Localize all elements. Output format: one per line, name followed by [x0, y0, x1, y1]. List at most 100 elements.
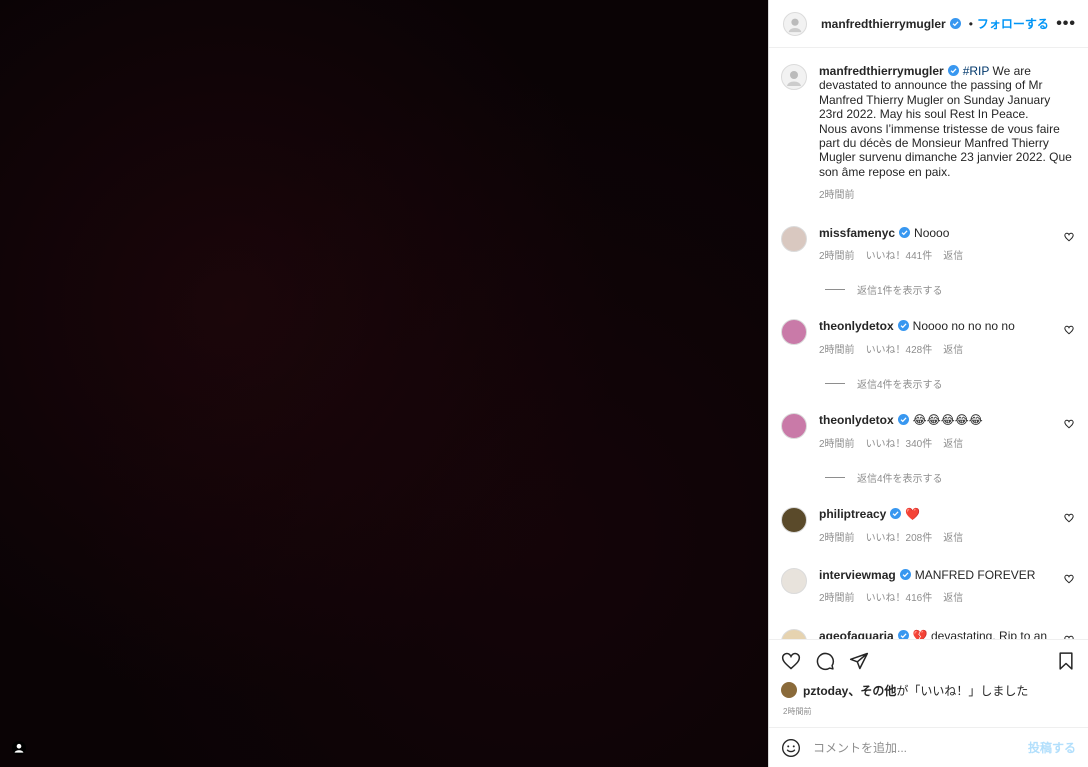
- likes-others-link[interactable]: その他: [860, 684, 896, 698]
- view-replies-button[interactable]: 返信4件を表示する: [825, 376, 1074, 391]
- tagged-users-icon[interactable]: [12, 741, 26, 755]
- comment-meta: 2時間前 いいね！340件 返信: [819, 438, 1052, 452]
- avatar-portrait-icon: [787, 71, 801, 86]
- replies-divider: [825, 289, 845, 291]
- separator-dot: •: [968, 16, 973, 31]
- comment-text: 😂😂😂😂😂: [912, 413, 983, 428]
- comment-body: missfamenyc Noooo 2時間前 いいね！441件 返信: [819, 226, 1074, 265]
- caption: manfredthierrymugler #RIP We are devastat…: [781, 64, 1074, 204]
- commenter-username[interactable]: theonlydetox: [819, 319, 894, 333]
- comment-meta: 2時間前 いいね！208件 返信: [819, 532, 1052, 546]
- view-replies-label[interactable]: 返信4件を表示する: [857, 470, 943, 485]
- commenter-avatar[interactable]: [781, 628, 807, 639]
- comment-input[interactable]: [813, 740, 1016, 755]
- comment-item: missfamenyc Noooo 2時間前 いいね！441件 返信: [781, 225, 1074, 265]
- verified-badge-icon: [897, 320, 909, 332]
- post-side-panel: manfredthierrymugler • フォローする ••• manfre…: [768, 0, 1088, 767]
- post-media[interactable]: [0, 0, 768, 767]
- comment-likes[interactable]: いいね！416件: [866, 592, 933, 606]
- comment-likes[interactable]: いいね！441件: [866, 250, 933, 264]
- comment-item: interviewmag MANFRED FOREVER 2時間前 いいね！416…: [781, 567, 1074, 607]
- comment-time[interactable]: 2時間前: [819, 250, 855, 264]
- likes-summary: pztoday、その他が「いいね！」しました: [769, 681, 1088, 699]
- comment-likes[interactable]: いいね！428件: [866, 344, 933, 358]
- emoji-smiley-icon[interactable]: [781, 738, 801, 758]
- comment-item: theonlydetox Noooo no no no no 2時間前 いいね！4…: [781, 319, 1074, 358]
- comment-reply-button[interactable]: 返信: [943, 344, 963, 358]
- add-comment-bar: 投稿する: [769, 727, 1088, 767]
- share-paper-plane-icon[interactable]: [849, 651, 869, 671]
- caption-avatar[interactable]: [781, 64, 807, 90]
- likes-ga: が: [896, 683, 909, 698]
- commenter-username[interactable]: missfamenyc: [819, 226, 895, 240]
- caption-time[interactable]: 2時間前: [819, 189, 1074, 203]
- verified-badge-icon: [899, 226, 911, 238]
- commenter-avatar[interactable]: [781, 225, 807, 252]
- more-options-icon[interactable]: •••: [1056, 15, 1076, 33]
- like-heart-icon[interactable]: [781, 651, 801, 671]
- commenter-username[interactable]: interviewmag: [819, 568, 896, 582]
- view-replies-button[interactable]: 返信1件を表示する: [825, 282, 1074, 297]
- comment-reply-button[interactable]: 返信: [943, 438, 963, 452]
- bookmark-save-icon[interactable]: [1056, 651, 1076, 671]
- comment-item: ageofaquaria💔 devastating. Rip to an abs…: [781, 628, 1074, 639]
- author-username[interactable]: manfredthierrymugler: [821, 17, 946, 31]
- replies-divider: [825, 477, 845, 479]
- comments-list[interactable]: manfredthierrymugler #RIP We are devastat…: [769, 48, 1088, 639]
- avatar-portrait-icon: [788, 18, 802, 32]
- post-comment-button[interactable]: 投稿する: [1028, 739, 1076, 756]
- comment-meta: 2時間前 いいね！416件 返信: [819, 592, 1052, 606]
- follow-button[interactable]: フォローする: [977, 15, 1049, 32]
- comment-bubble-icon[interactable]: [815, 651, 835, 671]
- comment-reply-button[interactable]: 返信: [943, 592, 963, 606]
- comment-time[interactable]: 2時間前: [819, 438, 855, 452]
- commenter-avatar[interactable]: [781, 319, 807, 346]
- commenter-username[interactable]: ageofaquaria: [819, 629, 894, 639]
- liker-username[interactable]: pztoday: [803, 684, 848, 698]
- commenter-username[interactable]: theonlydetox: [819, 413, 894, 427]
- comment-like-heart-icon[interactable]: [1064, 635, 1074, 639]
- comment-time[interactable]: 2時間前: [819, 592, 855, 606]
- commenter-avatar[interactable]: [781, 567, 807, 594]
- post-timestamp[interactable]: 2時間前: [769, 699, 1088, 727]
- commenter-username[interactable]: philiptreacy: [819, 507, 886, 521]
- caption-username[interactable]: manfredthierrymugler: [819, 64, 944, 78]
- comment-meta: 2時間前 いいね！428件 返信: [819, 344, 1052, 358]
- comment-like-heart-icon[interactable]: [1064, 325, 1074, 335]
- verified-badge-icon: [899, 568, 911, 580]
- comment-like-heart-icon[interactable]: [1064, 232, 1074, 242]
- comment-like-heart-icon[interactable]: [1064, 574, 1074, 584]
- comment-reply-button[interactable]: 返信: [943, 532, 963, 546]
- action-bar: [769, 639, 1088, 681]
- replies-divider: [825, 383, 845, 385]
- view-replies-label[interactable]: 返信1件を表示する: [857, 282, 943, 297]
- verified-badge-icon: [949, 18, 961, 29]
- comment-likes[interactable]: いいね！208件: [866, 532, 933, 546]
- likes-separator: 、: [848, 683, 861, 698]
- comment-text: Noooo: [914, 225, 950, 240]
- commenter-avatar[interactable]: [781, 507, 807, 534]
- comment-body: philiptreacy ❤️ 2時間前 いいね！208件 返信: [819, 507, 1074, 546]
- caption-hashtag[interactable]: #RIP: [963, 64, 989, 78]
- comment-body: theonlydetox Noooo no no no no 2時間前 いいね！4…: [819, 319, 1074, 358]
- comment-likes[interactable]: いいね！340件: [866, 438, 933, 452]
- liker-avatar[interactable]: [781, 682, 797, 698]
- comment-like-heart-icon[interactable]: [1064, 419, 1074, 429]
- comment-body: interviewmag MANFRED FOREVER 2時間前 いいね！416…: [819, 568, 1074, 607]
- comment-reply-button[interactable]: 返信: [943, 250, 963, 264]
- verified-badge-icon: [947, 65, 959, 76]
- comment-body: theonlydetox 😂😂😂😂😂 2時間前 いいね！340件 返信: [819, 413, 1074, 452]
- comment-text: Noooo no no no no: [912, 319, 1015, 334]
- view-replies-label[interactable]: 返信4件を表示する: [857, 376, 943, 391]
- instagram-post-modal: manfredthierrymugler • フォローする ••• manfre…: [0, 0, 1088, 767]
- commenter-avatar[interactable]: [781, 413, 807, 440]
- author-avatar[interactable]: [783, 11, 807, 36]
- comment-like-heart-icon[interactable]: [1064, 513, 1074, 523]
- post-image: [0, 0, 768, 767]
- view-replies-button[interactable]: 返信4件を表示する: [825, 470, 1074, 485]
- comment-text: ❤️: [905, 507, 921, 522]
- comment-text: MANFRED FOREVER: [914, 567, 1036, 582]
- comment-time[interactable]: 2時間前: [819, 532, 855, 546]
- comment-time[interactable]: 2時間前: [819, 344, 855, 358]
- caption-text-fr: Nous avons l’immense tristesse de vous f…: [819, 121, 1072, 179]
